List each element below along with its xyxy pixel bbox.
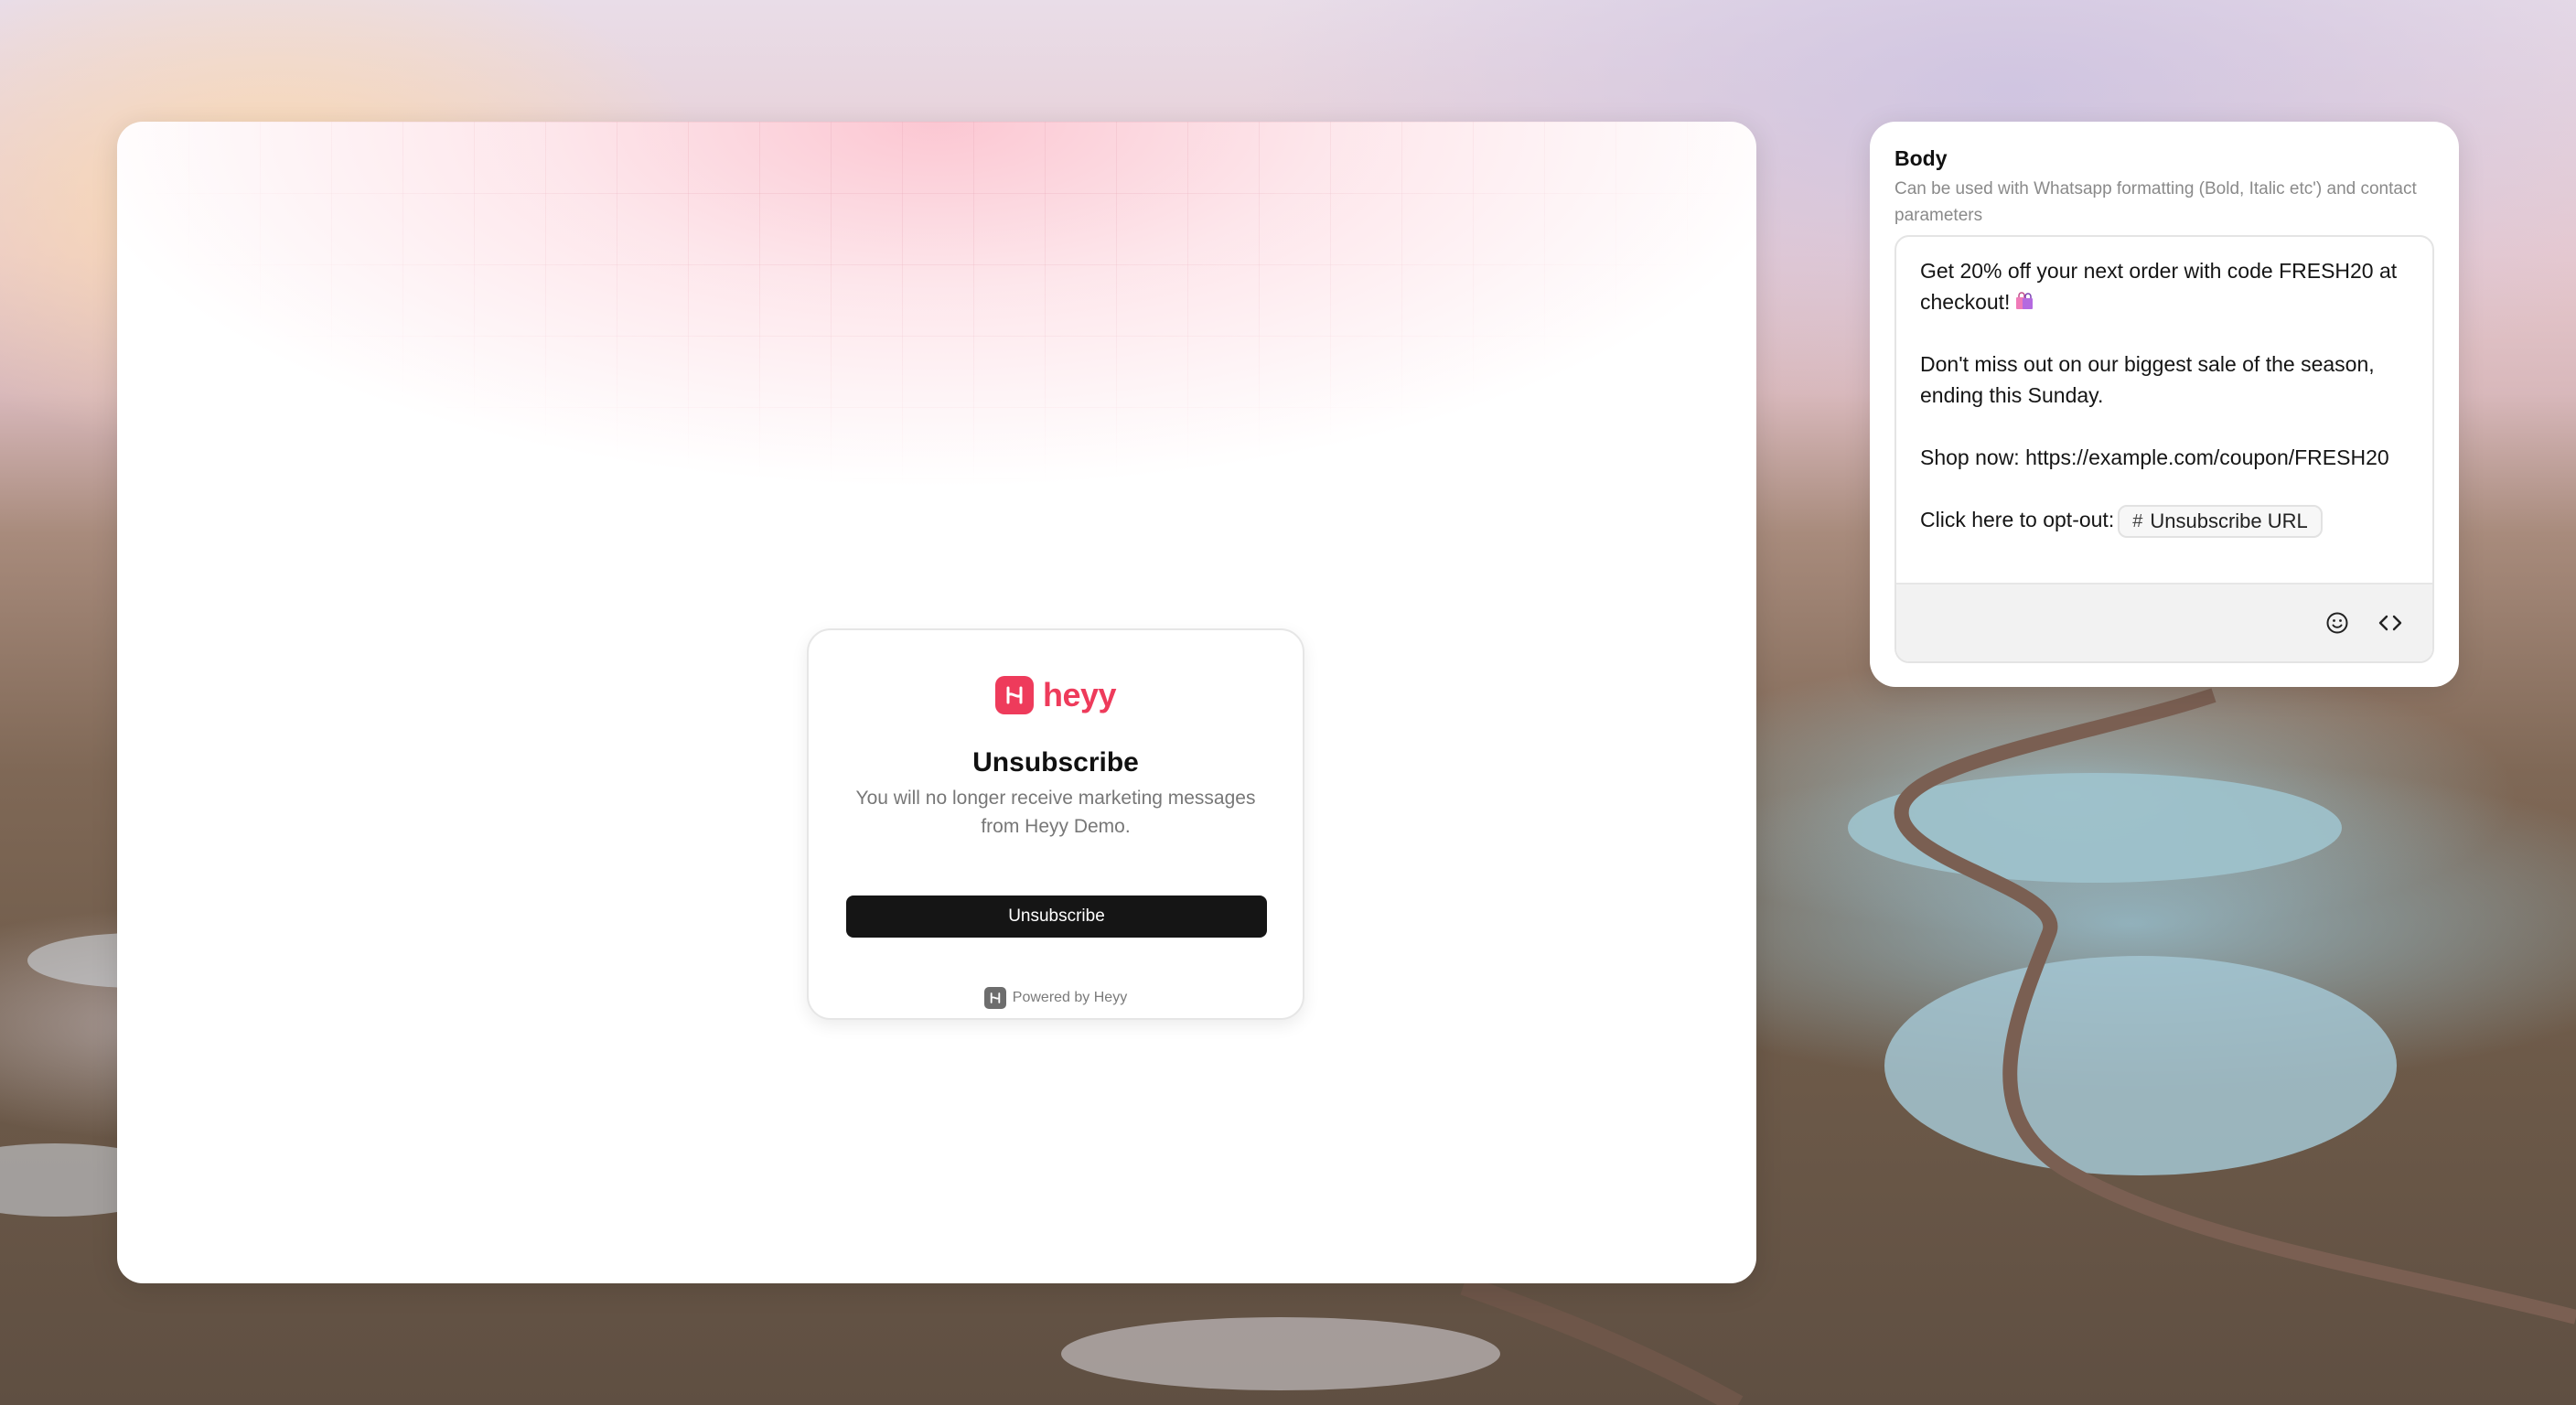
body-text-editor[interactable]: Get 20% off your next order with code FR… <box>1894 235 2434 663</box>
body-editor-panel: Body Can be used with Whatsapp formattin… <box>1870 122 2459 687</box>
shopping-bags-icon <box>2013 289 2035 311</box>
unsubscribe-title: Unsubscribe <box>972 747 1139 778</box>
heyy-small-logo-icon <box>983 987 1006 1009</box>
brand-logo: heyy <box>809 676 1303 714</box>
unsubscribe-url-parameter-chip[interactable]: # Unsubscribe URL <box>2118 504 2323 538</box>
code-brackets-icon <box>2378 615 2402 631</box>
powered-by-text: Powered by Heyy <box>1012 990 1128 1005</box>
body-text-content[interactable]: Get 20% off your next order with code FR… <box>1920 255 2414 569</box>
brand-name: heyy <box>1042 676 1117 713</box>
emoji-picker-button[interactable] <box>2319 605 2356 641</box>
unsubscribe-description: You will no longer receive marketing mes… <box>855 788 1256 837</box>
parameter-chip-label: Unsubscribe URL <box>2150 509 2308 532</box>
body-line: Don't miss out on our biggest sale of th… <box>1920 352 2375 407</box>
preview-panel: heyy Unsubscribe You will no longer rece… <box>117 122 1756 1283</box>
heyy-logo-icon <box>994 676 1034 714</box>
unsubscribe-card: heyy Unsubscribe You will no longer rece… <box>807 628 1304 1020</box>
body-label: Body <box>1894 146 1948 170</box>
smiley-icon <box>2326 612 2348 634</box>
body-help-text: Can be used with Whatsapp formatting (Bo… <box>1894 179 2417 225</box>
hash-icon: # <box>2132 510 2143 531</box>
body-line: Get 20% off your next order with code FR… <box>1920 259 2398 314</box>
body-line: Click here to opt-out: # Unsubscribe URL <box>1920 504 2414 538</box>
preview-background-grid <box>117 122 1756 506</box>
powered-by-footer[interactable]: Powered by Heyy <box>809 987 1303 1009</box>
unsubscribe-button[interactable]: Unsubscribe <box>846 896 1267 938</box>
insert-variable-button[interactable] <box>2372 605 2409 641</box>
editor-toolbar <box>1896 583 2432 661</box>
body-line: Shop now: https://example.com/coupon/FRE… <box>1920 445 2389 469</box>
